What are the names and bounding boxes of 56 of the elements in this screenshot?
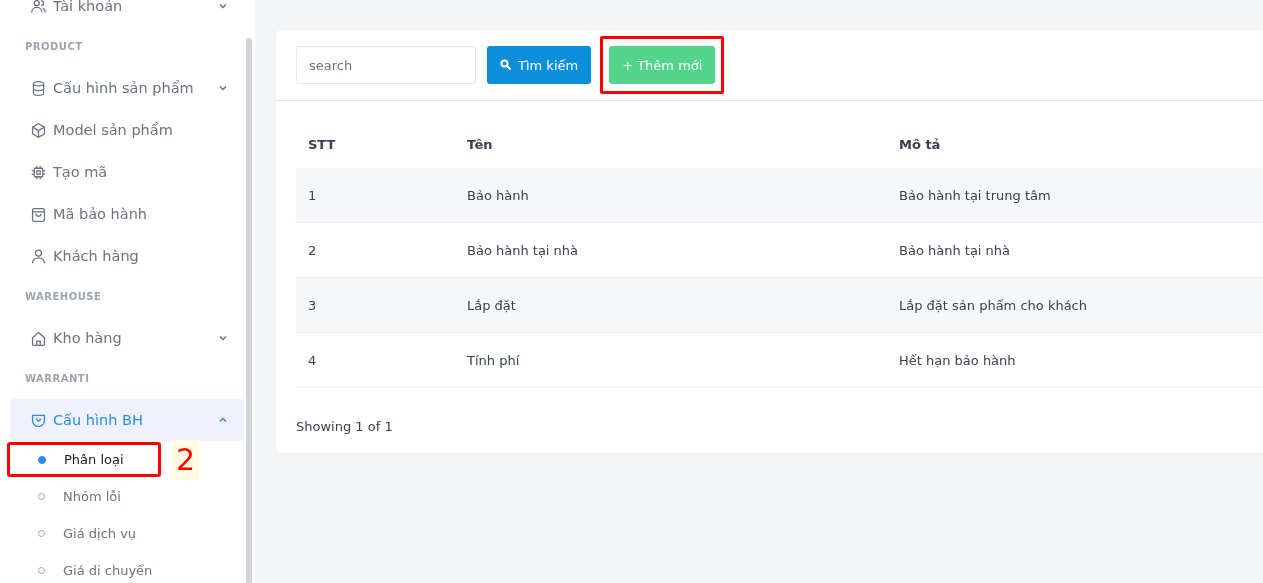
table-cell-text: 1 [307,187,318,203]
table-cell-text: 2 [307,242,318,258]
nav-label: Khách hàng [53,248,140,264]
table-cell-text: Bảo hành [466,187,530,203]
search-icon [500,59,512,71]
section-heading: WAREHOUSE [24,290,103,304]
table-cell-text: Tính phí [466,352,521,368]
bullet-icon [38,455,46,464]
nav-label: Model sản phẩm [53,122,174,138]
nav-item[interactable]: Kho hàng [10,317,244,359]
submenu-item[interactable]: Giá di chuyển [7,553,161,583]
step-label: 2 [172,439,200,480]
section-heading: PRODUCT [24,40,84,54]
database-icon [30,79,47,97]
column-header: Tên [466,137,494,152]
table-cell-text: Lắp đặt [466,297,517,313]
submenu-item[interactable]: Nhóm lỗi [7,479,161,514]
nav-label: Mã bảo hành [53,206,149,222]
nav-item[interactable]: Tài khoản [10,0,244,27]
table-cell-text: 3 [307,297,318,313]
chip-icon [30,163,47,181]
nav-label: Cấu hình sản phẩm [53,80,195,96]
nav-item[interactable]: Khách hàng [10,235,244,277]
nav-item[interactable]: Mã bảo hành [10,193,244,235]
nav-label: Tạo mã [53,164,109,180]
nav-label: Kho hàng [53,330,123,346]
user-icon [30,247,47,265]
search-button[interactable]: Tìm kiếm [487,46,592,84]
table-cell-text: Bảo hành tại nhà [466,242,580,258]
section-heading: WARRANTI [24,372,91,386]
nav-item[interactable]: Cấu hình BH [10,399,244,441]
column-header: STT [307,137,337,152]
users-icon [30,0,47,15]
home-icon [30,329,47,347]
pagination-info: Showing 1 of 1 [296,419,393,434]
bag-icon [30,205,47,223]
chevron-down-icon [218,1,228,11]
submenu-item[interactable]: Phân loại [7,442,161,477]
nav-label: Tài khoản [53,0,124,14]
table-cell-text: Bảo hành tại nhà [898,242,1011,258]
scrollbar[interactable] [246,38,252,583]
table-cell-text: Bảo hành tại trung tâm [898,187,1051,203]
table-cell-text: 4 [307,352,318,368]
chevron-down-icon [218,333,228,343]
cube-icon [30,121,47,139]
chevron-down-icon [218,83,228,93]
nav-item[interactable]: Cấu hình sản phẩm [10,67,244,109]
table-cell-text: Hết hạn bảo hành [898,352,1016,368]
nav-item[interactable]: Tạo mã [10,151,244,193]
nav-item[interactable]: Model sản phẩm [10,109,244,151]
chevron-up-icon [218,415,228,425]
table-cell-text: Lắp đặt sản phẩm cho khách [898,297,1087,313]
column-header: Mô tả [898,137,941,152]
search-field[interactable]: search [296,46,476,84]
submenu-item[interactable]: Giá dịch vụ [7,516,161,551]
nav-label: Cấu hình BH [53,412,144,428]
